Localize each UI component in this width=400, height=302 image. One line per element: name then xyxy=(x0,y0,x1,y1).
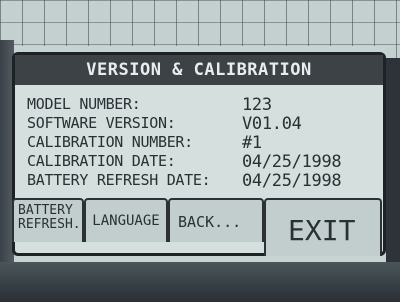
language-softkey[interactable]: LANGUAGE xyxy=(84,198,168,242)
back-softkey[interactable]: BACK... xyxy=(168,198,264,242)
calibration-number-label: CALIBRATION NUMBER: xyxy=(27,133,193,151)
battery-softkey-line1: BATTERY xyxy=(18,203,73,218)
info-list: MODEL NUMBER: 123 SOFTWARE VERSION: V01.… xyxy=(27,95,377,191)
calibration-date-value: 04/25/1998 xyxy=(242,152,342,172)
calibration-number-row: CALIBRATION NUMBER: #1 xyxy=(27,133,377,153)
exit-softkey[interactable]: EXIT xyxy=(264,198,382,256)
softkey-bar: BATTERY REFRESH.. LANGUAGE BACK... EXIT xyxy=(12,198,386,256)
model-number-row: MODEL NUMBER: 123 xyxy=(27,95,377,115)
calibration-date-label: CALIBRATION DATE: xyxy=(27,152,176,170)
model-number-label: MODEL NUMBER: xyxy=(27,95,141,113)
software-version-value: V01.04 xyxy=(242,114,302,134)
calibration-date-row: CALIBRATION DATE: 04/25/1998 xyxy=(27,152,377,172)
dialog-title: VERSION & CALIBRATION xyxy=(15,55,383,85)
battery-refresh-date-value: 04/25/1998 xyxy=(242,171,342,191)
calibration-number-value: #1 xyxy=(242,133,262,153)
battery-softkey-line2: REFRESH.. xyxy=(18,217,89,232)
battery-refresh-softkey[interactable]: BATTERY REFRESH.. xyxy=(12,198,89,242)
software-version-row: SOFTWARE VERSION: V01.04 xyxy=(27,114,377,134)
battery-refresh-date-row: BATTERY REFRESH DATE: 04/25/1998 xyxy=(27,171,377,191)
device-bezel-bottom xyxy=(0,262,400,302)
battery-refresh-date-label: BATTERY REFRESH DATE: xyxy=(27,171,211,189)
software-version-label: SOFTWARE VERSION: xyxy=(27,114,176,132)
model-number-value: 123 xyxy=(242,95,272,115)
